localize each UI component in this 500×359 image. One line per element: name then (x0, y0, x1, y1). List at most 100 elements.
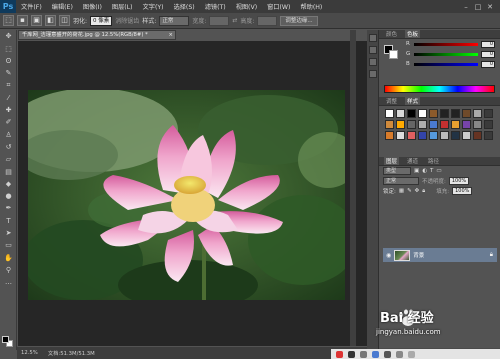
layer-row-background[interactable]: ◉ 背景 🔒︎ (383, 248, 497, 262)
filter-shape-icon[interactable]: ▭ (436, 168, 441, 174)
foreground-color-swatch[interactable] (2, 336, 9, 343)
green-slider-bar[interactable] (414, 52, 478, 56)
opacity-input[interactable]: 100% (448, 177, 470, 185)
style-swatch[interactable] (396, 131, 405, 140)
quick-select-tool-icon[interactable]: ✎ (3, 68, 14, 79)
shape-tool-icon[interactable]: ▭ (3, 240, 14, 251)
close-icon[interactable]: ✕ (486, 3, 494, 11)
canvas-workspace[interactable] (18, 41, 367, 346)
style-select[interactable]: 正常 (159, 15, 190, 26)
tab-adjustments[interactable]: 调整 (384, 97, 399, 105)
path-select-tool-icon[interactable]: ➤ (3, 228, 14, 239)
keyboard-icon[interactable] (384, 350, 391, 358)
brush-tool-icon[interactable]: ✐ (3, 117, 14, 128)
style-swatch[interactable] (418, 120, 427, 129)
tab-channels[interactable]: 通道 (405, 157, 420, 165)
blue-slider-bar[interactable] (414, 62, 478, 66)
eraser-tool-icon[interactable]: ▱ (3, 154, 14, 165)
healing-brush-icon[interactable]: ✚ (3, 105, 14, 116)
settings-icon[interactable] (396, 350, 403, 358)
document-size-info[interactable]: 文档:51.3M/51.3M (48, 349, 95, 357)
intersect-selection-icon[interactable]: ◫ (59, 15, 70, 26)
style-swatch[interactable] (440, 109, 449, 118)
red-slider-bar[interactable] (414, 42, 478, 46)
style-swatch[interactable] (385, 120, 394, 129)
more-tools-icon[interactable]: … (3, 277, 14, 288)
document-tab[interactable]: 千库网_洁瑾意盛开的荷花.jpg @ 12.5%(RGB/8#) * × (18, 30, 176, 40)
style-swatch[interactable] (407, 109, 416, 118)
layer-name[interactable]: 背景 (413, 251, 424, 259)
red-slider[interactable]: R 0 (379, 39, 500, 49)
menu-view[interactable]: 视图(V) (231, 2, 262, 11)
punctuation-icon[interactable] (360, 350, 367, 358)
input-mode-icon[interactable] (348, 350, 355, 358)
style-swatch[interactable] (429, 109, 438, 118)
zoom-level[interactable]: 12.5% (21, 350, 38, 356)
style-swatch[interactable] (429, 120, 438, 129)
menu-file[interactable]: 文件(F) (16, 2, 47, 11)
eyedropper-tool-icon[interactable]: ⁄ (3, 93, 14, 104)
clone-stamp-icon[interactable]: ♙ (3, 130, 14, 141)
dodge-tool-icon[interactable]: ● (3, 191, 14, 202)
height-input[interactable] (257, 15, 278, 26)
style-swatch[interactable] (451, 120, 460, 129)
close-tab-icon[interactable]: × (169, 31, 173, 39)
pen-tool-icon[interactable]: ✒ (3, 203, 14, 214)
lock-paint-icon[interactable]: ✎ (407, 188, 412, 194)
new-selection-icon[interactable]: ▪ (17, 15, 28, 26)
layer-filter-select[interactable]: 类型 (383, 167, 411, 175)
type-tool-icon[interactable]: T (3, 216, 14, 227)
style-swatch[interactable] (462, 109, 471, 118)
style-swatch[interactable] (385, 131, 394, 140)
lasso-tool-icon[interactable]: ʘ (3, 56, 14, 67)
style-swatch[interactable] (484, 120, 493, 129)
menu-filter[interactable]: 滤镜(T) (200, 2, 231, 11)
style-swatch[interactable] (451, 109, 460, 118)
style-swatch[interactable] (440, 131, 449, 140)
visibility-eye-icon[interactable]: ◉ (386, 252, 391, 259)
blur-tool-icon[interactable]: ◆ (3, 179, 14, 190)
filter-adjust-icon[interactable]: ◐ (422, 168, 427, 174)
tab-paths[interactable]: 路径 (426, 157, 441, 165)
crop-tool-icon[interactable]: ⌗ (3, 80, 14, 91)
lock-move-icon[interactable]: ✥ (415, 188, 420, 194)
style-swatch[interactable] (407, 120, 416, 129)
menu-image[interactable]: 图像(I) (78, 2, 107, 11)
style-swatch[interactable] (418, 109, 427, 118)
marquee-preset-icon[interactable]: ⬚ (3, 15, 14, 26)
tab-styles[interactable]: 样式 (405, 97, 421, 105)
sogou-icon[interactable] (336, 350, 343, 358)
style-swatch[interactable] (440, 120, 449, 129)
menu-help[interactable]: 帮助(H) (295, 2, 327, 11)
tab-color[interactable]: 颜色 (384, 30, 399, 38)
minimize-icon[interactable]: – (462, 3, 470, 11)
mic-icon[interactable] (372, 350, 379, 358)
lock-pixels-icon[interactable]: ▦ (399, 188, 404, 194)
style-swatch[interactable] (418, 131, 427, 140)
style-swatch[interactable] (451, 131, 460, 140)
marquee-tool-icon[interactable]: ⬚ (3, 44, 14, 55)
menu-type[interactable]: 文字(Y) (138, 2, 169, 11)
brush-panel-icon[interactable] (368, 58, 377, 66)
properties-panel-icon[interactable] (368, 46, 377, 54)
lotus-photo[interactable] (28, 90, 345, 300)
style-swatch[interactable] (429, 131, 438, 140)
style-swatch[interactable] (473, 120, 482, 129)
zoom-tool-icon[interactable]: ⚲ (3, 265, 14, 276)
style-swatch[interactable] (462, 131, 471, 140)
style-swatch[interactable] (473, 109, 482, 118)
vertical-scrollbar[interactable] (350, 30, 356, 346)
blend-mode-select[interactable]: 正常 (383, 177, 419, 185)
style-swatch[interactable] (407, 131, 416, 140)
style-swatch[interactable] (396, 109, 405, 118)
filter-type-icon[interactable]: T (430, 168, 433, 174)
red-value[interactable]: 0 (481, 40, 495, 48)
style-swatch[interactable] (385, 109, 394, 118)
style-swatch[interactable] (484, 109, 493, 118)
style-swatch[interactable] (462, 120, 471, 129)
move-tool-icon[interactable]: ✥ (3, 31, 14, 42)
feather-input[interactable]: 0 像素 (90, 15, 113, 26)
menu-select[interactable]: 选择(S) (169, 2, 200, 11)
style-swatch[interactable] (484, 131, 493, 140)
swap-icon[interactable]: ⇄ (232, 17, 237, 24)
